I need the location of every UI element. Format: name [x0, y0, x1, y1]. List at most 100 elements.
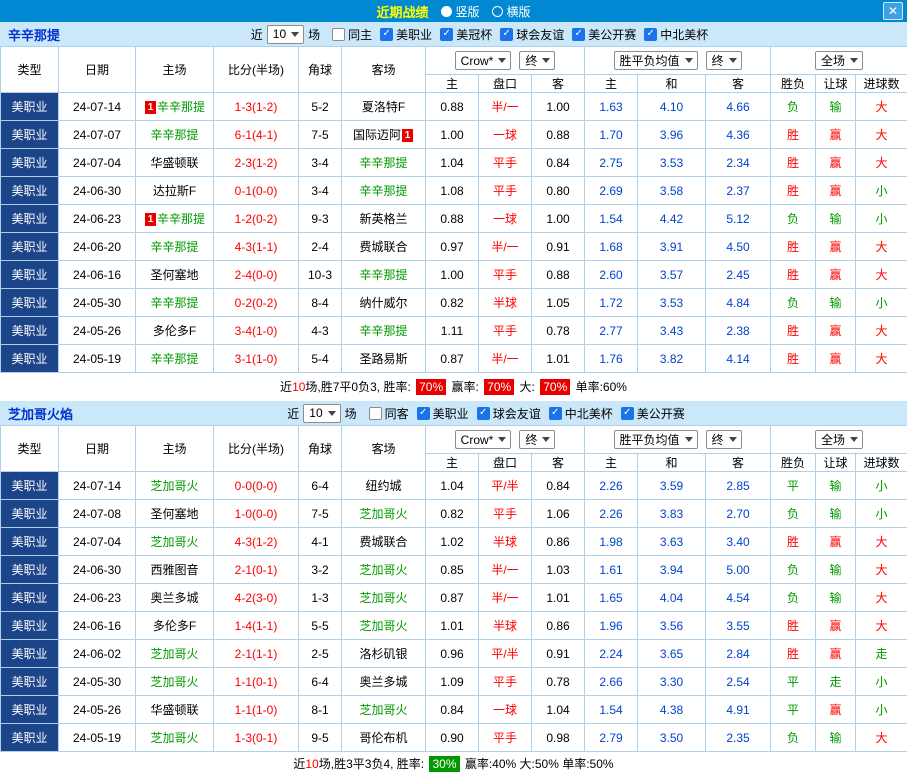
filter-checkbox[interactable]: ✓美职业 — [380, 26, 432, 43]
team-section-2: 芝加哥火焰 近 10 场 同客✓美职业✓球会友谊✓中北美杯✓美公开赛 类型 日期… — [0, 401, 907, 776]
average-select[interactable]: 胜平负均值 — [614, 51, 698, 70]
corners-cell: 8-1 — [299, 696, 342, 724]
scope-select[interactable]: 全场 — [815, 51, 863, 70]
filter-checkbox[interactable]: ✓中北美杯 — [644, 26, 708, 43]
checkbox-checked-icon[interactable]: ✓ — [500, 28, 513, 41]
scope-select[interactable]: 全场 — [815, 430, 863, 449]
filter-checkbox[interactable]: ✓球会友谊 — [500, 26, 564, 43]
goals-result-cell: 小 — [856, 177, 907, 205]
home-team-name: 辛辛那提 — [150, 240, 198, 254]
home-team-name: 辛辛那提 — [157, 100, 205, 114]
away-team-cell: 洛杉矶银 — [342, 640, 426, 668]
filter-checkbox[interactable]: ✓球会友谊 — [477, 405, 541, 422]
filter-checkbox[interactable]: 同客 — [369, 405, 409, 422]
avg-draw-cell: 3.91 — [638, 233, 706, 261]
bookmaker-select[interactable]: Crow* — [455, 51, 512, 70]
avg-away-cell: 5.12 — [706, 205, 771, 233]
sub-header-handicap: 盘口 — [479, 75, 532, 93]
home-team-name: 辛辛那提 — [150, 352, 198, 366]
average-select[interactable]: 胜平负均值 — [614, 430, 698, 449]
home-team-name: 芝加哥火 — [150, 731, 198, 745]
match-row: 美职业 24-05-30 辛辛那提 0-2(0-2) 8-4 纳什威尔 0.82… — [1, 289, 907, 317]
filter-checkbox[interactable]: ✓美公开赛 — [621, 405, 685, 422]
checkbox-checked-icon[interactable]: ✓ — [549, 407, 562, 420]
handicap-cell: 半/一 — [479, 233, 532, 261]
avg-home-cell: 1.76 — [585, 345, 638, 373]
sub-header-goals: 进球数 — [856, 454, 907, 472]
checkbox-checked-icon[interactable]: ✓ — [380, 28, 393, 41]
filter-checkbox[interactable]: ✓美公开赛 — [572, 26, 636, 43]
bookmaker-select[interactable]: Crow* — [455, 430, 512, 449]
home-odds-cell: 1.11 — [426, 317, 479, 345]
odds-period-select[interactable]: 终 — [519, 430, 555, 449]
filter-checkbox[interactable]: ✓美冠杯 — [440, 26, 492, 43]
home-team-name: 圣何塞地 — [150, 507, 198, 521]
vertical-layout-radio[interactable]: 竖版 — [440, 3, 479, 20]
away-team-name: 辛辛那提 — [359, 268, 407, 282]
match-row: 美职业 24-07-08 圣何塞地 1-0(0-0) 7-5 芝加哥火 0.82… — [1, 500, 907, 528]
checkbox-unchecked-icon[interactable] — [332, 28, 345, 41]
match-row: 美职业 24-06-23 奥兰多城 4-2(3-0) 1-3 芝加哥火 0.87… — [1, 584, 907, 612]
radio-selected-icon[interactable] — [440, 6, 451, 17]
league-cell: 美职业 — [1, 640, 59, 668]
corners-cell: 2-5 — [299, 640, 342, 668]
filter-checkbox-label: 同主 — [348, 26, 372, 43]
league-cell: 美职业 — [1, 345, 59, 373]
sub-header-avg-away: 客 — [706, 454, 771, 472]
filter-checkbox[interactable]: ✓中北美杯 — [549, 405, 613, 422]
horizontal-layout-radio[interactable]: 横版 — [492, 3, 531, 20]
away-team-name: 哥伦布机 — [359, 731, 407, 745]
filter-bar: 近 10 场 同主✓美职业✓美冠杯✓球会友谊✓美公开赛✓中北美杯 — [251, 25, 708, 44]
filter-checkbox-group: 同客✓美职业✓球会友谊✓中北美杯✓美公开赛 — [361, 405, 685, 422]
league-cell: 美职业 — [1, 696, 59, 724]
away-odds-cell: 1.00 — [532, 205, 585, 233]
result-cell: 胜 — [771, 177, 816, 205]
home-odds-cell: 0.90 — [426, 724, 479, 752]
checkbox-checked-icon[interactable]: ✓ — [621, 407, 634, 420]
sub-header-odds-home: 主 — [426, 75, 479, 93]
rate-badge: 70% — [484, 379, 514, 395]
home-team-cell: 芝加哥火 — [136, 528, 214, 556]
corners-cell: 3-2 — [299, 556, 342, 584]
checkbox-checked-icon[interactable]: ✓ — [417, 407, 430, 420]
score-cell: 1-3(0-1) — [214, 724, 299, 752]
close-button[interactable]: ✕ — [883, 2, 903, 20]
home-odds-cell: 1.01 — [426, 612, 479, 640]
avg-home-cell: 2.60 — [585, 261, 638, 289]
match-count-select[interactable]: 10 — [303, 404, 340, 423]
away-odds-cell: 0.84 — [532, 472, 585, 500]
home-team-cell: 芝加哥火 — [136, 640, 214, 668]
sub-header-handicap-result: 让球 — [816, 454, 856, 472]
titlebar: 近期战绩 竖版 横版 ✕ — [0, 0, 907, 22]
average-period-select[interactable]: 终 — [706, 51, 742, 70]
team-name: 芝加哥火焰 — [8, 404, 73, 423]
goals-result-cell: 大 — [856, 345, 907, 373]
checkbox-checked-icon[interactable]: ✓ — [440, 28, 453, 41]
handicap-result-cell: 赢 — [816, 149, 856, 177]
filter-checkbox[interactable]: 同主 — [332, 26, 372, 43]
score-cell: 4-3(1-2) — [214, 528, 299, 556]
avg-draw-cell: 3.43 — [638, 317, 706, 345]
checkbox-checked-icon[interactable]: ✓ — [572, 28, 585, 41]
home-odds-cell: 0.88 — [426, 205, 479, 233]
filter-checkbox[interactable]: ✓美职业 — [417, 405, 469, 422]
avg-home-cell: 2.75 — [585, 149, 638, 177]
date-cell: 24-07-07 — [59, 121, 136, 149]
result-cell: 平 — [771, 696, 816, 724]
score-cell: 6-1(4-1) — [214, 121, 299, 149]
average-period-select[interactable]: 终 — [706, 430, 742, 449]
checkbox-checked-icon[interactable]: ✓ — [477, 407, 490, 420]
radio-unselected-icon[interactable] — [492, 6, 503, 17]
league-cell: 美职业 — [1, 556, 59, 584]
checkbox-unchecked-icon[interactable] — [369, 407, 382, 420]
home-team-cell: 圣何塞地 — [136, 261, 214, 289]
match-count-select[interactable]: 10 — [267, 25, 304, 44]
checkbox-checked-icon[interactable]: ✓ — [644, 28, 657, 41]
filter-checkbox-label: 球会友谊 — [493, 405, 541, 422]
avg-draw-cell: 4.42 — [638, 205, 706, 233]
handicap-cell: 半球 — [479, 528, 532, 556]
away-team-cell: 国际迈阿1 — [342, 121, 426, 149]
match-row: 美职业 24-05-19 芝加哥火 1-3(0-1) 9-5 哥伦布机 0.90… — [1, 724, 907, 752]
odds-period-select[interactable]: 终 — [519, 51, 555, 70]
avg-draw-cell: 3.53 — [638, 289, 706, 317]
